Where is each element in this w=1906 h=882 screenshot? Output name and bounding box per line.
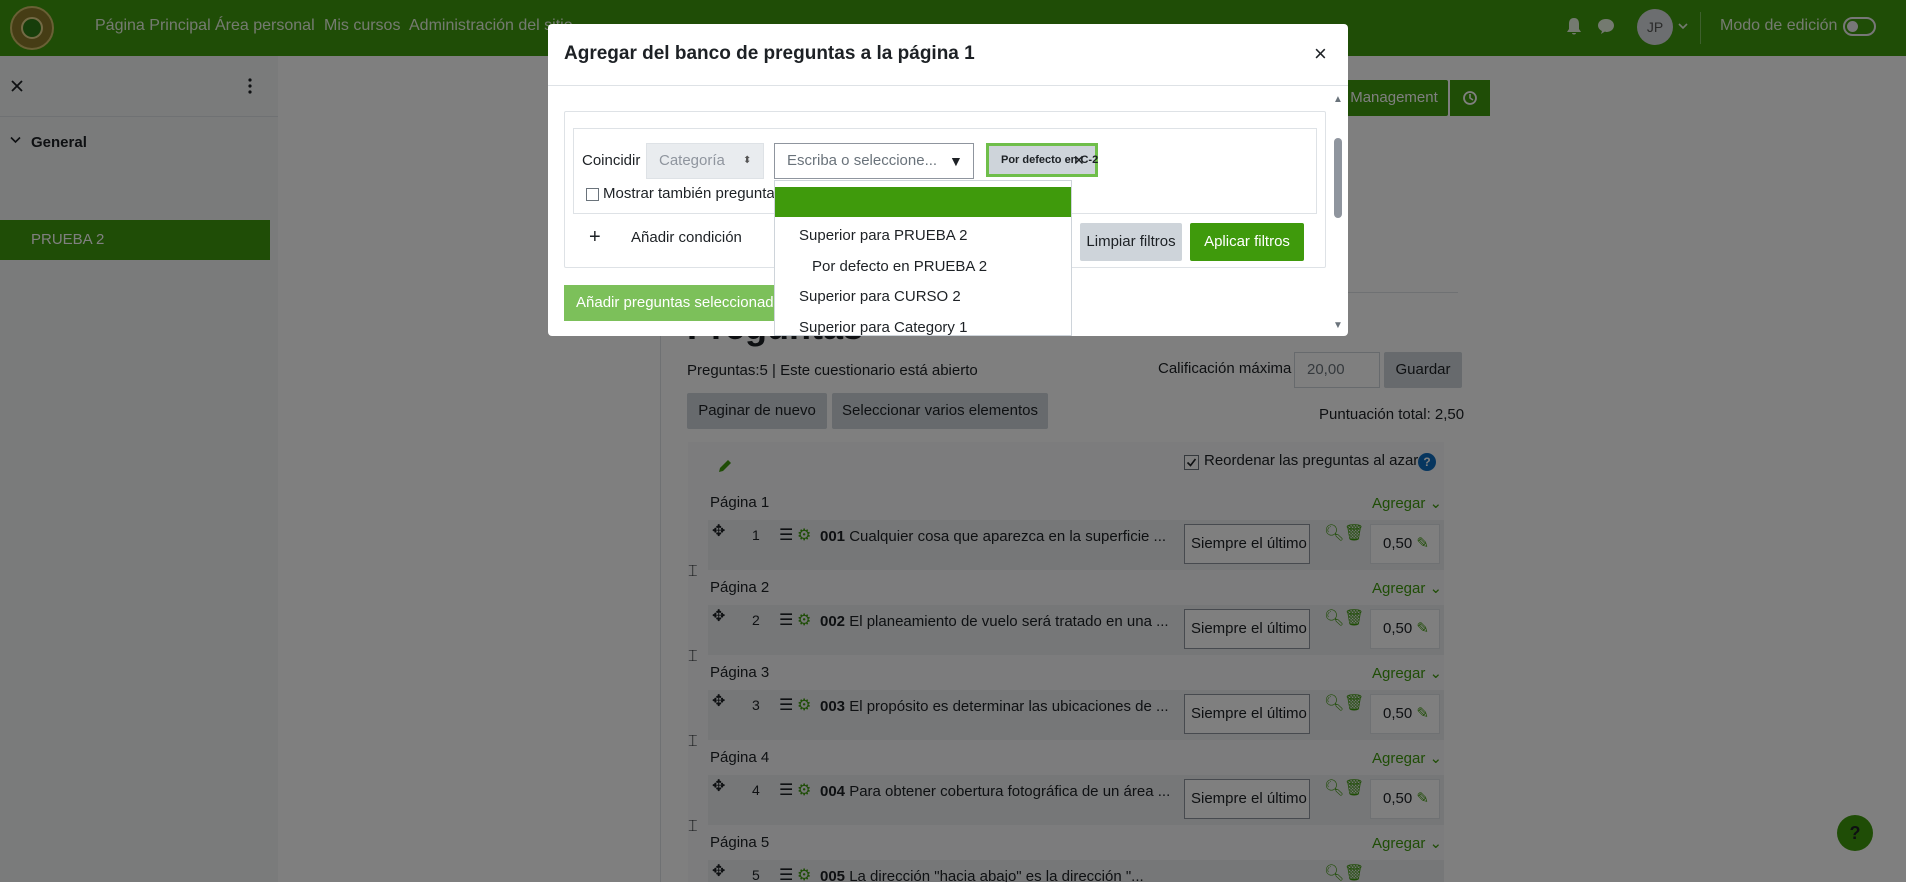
category-combobox[interactable]: Escriba o seleccione... ▼ <box>774 143 974 179</box>
add-condition-button[interactable]: Añadir condición <box>631 229 742 246</box>
scroll-down-icon[interactable]: ▼ <box>1333 320 1343 331</box>
dropdown-item[interactable]: Superior para PRUEBA 2 <box>799 227 967 244</box>
modal-header: Agregar del banco de preguntas a la pági… <box>548 24 1348 86</box>
remove-chip-icon[interactable]: ✕ <box>1073 146 1085 174</box>
selected-category-chip[interactable]: Por defecto en C-2 ✕ <box>986 143 1098 177</box>
category-dropdown-list: Superior para PRUEBA 2 Por defecto en PR… <box>774 180 1072 336</box>
modal-title: Agregar del banco de preguntas a la pági… <box>564 43 975 64</box>
scroll-up-icon[interactable]: ▲ <box>1333 94 1343 105</box>
dropdown-highlighted-item[interactable] <box>775 187 1071 217</box>
match-label: Coincidir <box>582 152 641 169</box>
question-bank-modal: Agregar del banco de preguntas a la pági… <box>548 24 1348 336</box>
clear-filters-button[interactable]: Limpiar filtros <box>1080 223 1182 261</box>
scrollbar-thumb[interactable] <box>1334 138 1342 218</box>
dropdown-item[interactable]: Superior para Category 1 <box>799 319 967 335</box>
dropdown-item[interactable]: Por defecto en PRUEBA 2 <box>812 258 987 275</box>
apply-filters-button[interactable]: Aplicar filtros <box>1190 223 1304 261</box>
updown-icon: ⬍ <box>743 155 752 166</box>
modal-scrollbar[interactable]: ▲ ▼ <box>1330 94 1346 336</box>
dropdown-arrow-icon: ▼ <box>949 153 963 169</box>
dropdown-item[interactable]: Superior para CURSO 2 <box>799 288 961 305</box>
close-icon[interactable]: × <box>1314 43 1327 65</box>
category-select[interactable]: Categoría ⬍ <box>646 143 764 179</box>
plus-icon[interactable]: + <box>589 226 601 249</box>
show-subcategories-checkbox[interactable] <box>586 188 599 201</box>
